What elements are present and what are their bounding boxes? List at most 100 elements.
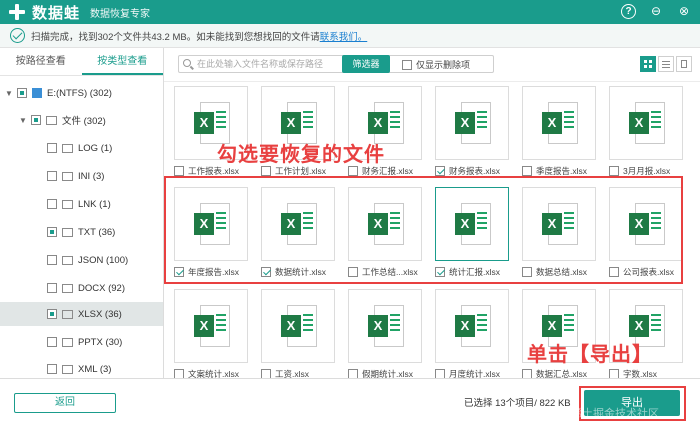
file-checkbox[interactable] [348,166,358,176]
file-thumbnail[interactable]: X [522,86,596,160]
tab-by-type[interactable]: 按类型查看 [81,48,163,75]
file-checkbox[interactable] [435,369,445,378]
file-thumbnail[interactable]: X [435,289,509,363]
bottom-bar: 返回 已选择 13个项目/ 822 KB 导出 @稀土掘金技术社区 [0,378,700,425]
excel-file-icon: X [281,305,317,347]
checkbox[interactable] [17,88,27,98]
back-button[interactable]: 返回 [14,393,116,413]
file-checkbox[interactable] [522,369,532,378]
checkbox[interactable] [47,143,57,153]
sidebar: 按路径查看 按类型查看 ▼ E:(NTFS) (302) ▼ 文件 (302) … [0,48,164,378]
list-view-button[interactable] [658,56,674,72]
folder-icon [62,255,73,265]
tree-type-label: LOG (1) [78,142,113,154]
detail-icon [681,60,687,68]
annotation-click-export: 单击【导出】 [527,342,653,366]
folder-icon [62,309,73,319]
file-name: 工资.xlsx [275,369,310,378]
file-toolbar: 筛选器 仅显示删除项 [164,48,700,82]
minimize-icon[interactable]: ⊖ [648,3,664,19]
folder-icon [62,171,73,181]
file-item[interactable]: X 月度统计.xlsx [435,289,509,378]
file-name: 字数.xlsx [623,369,658,378]
tree-type-label: PPTX (30) [78,336,123,348]
checkbox[interactable] [47,364,57,374]
file-checkbox[interactable] [435,166,445,176]
tree-type-label: TXT (36) [78,226,116,238]
excel-file-icon: X [455,305,491,347]
file-checkbox[interactable] [261,369,271,378]
contact-us-link[interactable]: 联系我们。 [320,29,368,43]
checkbox[interactable] [402,59,412,70]
chevron-down-icon[interactable]: ▼ [4,89,14,98]
file-name: 文案统计.xlsx [188,369,240,378]
file-checkbox[interactable] [174,166,184,176]
file-item[interactable]: X 财务报表.xlsx [435,86,509,179]
search-icon [183,59,191,67]
checkbox[interactable] [47,337,57,347]
checkbox[interactable] [47,309,57,319]
file-item[interactable]: X 季度报告.xlsx [522,86,596,179]
tree-type-row[interactable]: LOG (1) [0,136,163,160]
close-icon[interactable]: ⊗ [676,3,692,19]
file-thumbnail[interactable]: X [348,289,422,363]
excel-file-icon: X [368,305,404,347]
tree-type-row[interactable]: INI (3) [0,164,163,188]
checkbox[interactable] [47,227,57,237]
file-thumbnail[interactable]: X [435,86,509,160]
tree-type-row-selected[interactable]: XLSX (36) [0,302,163,326]
view-mode-switcher [640,56,692,72]
checkbox[interactable] [47,255,57,265]
tree-type-row[interactable]: TXT (36) [0,220,163,244]
annotation-select-files: 勾选要恢复的文件 [217,142,385,166]
checkbox[interactable] [31,115,41,125]
file-item[interactable]: X 工资.xlsx [261,289,335,378]
scan-status-text: 扫描完成，找到302个文件共43.2 MB。如未能找到您想找回的文件请 [31,31,320,43]
checkbox[interactable] [47,171,57,181]
tab-by-path[interactable]: 按路径查看 [0,48,82,75]
file-name: 数据汇总.xlsx [536,369,588,378]
folder-icon [62,199,73,209]
folder-icon [62,143,73,153]
file-checkbox[interactable] [609,166,619,176]
folder-icon [46,115,57,125]
tree-type-row[interactable]: PPTX (30) [0,330,163,354]
filter-button[interactable]: 筛选器 [342,55,390,73]
sidebar-tabs: 按路径查看 按类型查看 [0,48,163,76]
tree-drive-row[interactable]: ▼ E:(NTFS) (302) [4,81,162,105]
file-thumbnail[interactable]: X [609,86,683,160]
file-checkbox[interactable] [348,369,358,378]
file-checkbox[interactable] [174,369,184,378]
tree-type-label: DOCX (92) [78,282,125,294]
excel-file-icon: X [194,305,230,347]
annotation-selection-frame [164,176,683,284]
file-checkbox[interactable] [522,166,532,176]
file-name: 月度统计.xlsx [449,369,501,378]
deleted-only-label: 仅显示删除项 [416,60,471,70]
grid-view-button[interactable] [640,56,656,72]
folder-icon [62,364,73,374]
file-checkbox[interactable] [261,166,271,176]
file-item[interactable]: X 3月月报.xlsx [609,86,683,179]
folder-icon [62,227,73,237]
file-thumbnail[interactable]: X [261,289,335,363]
file-item[interactable]: X 假期统计.xlsx [348,289,422,378]
tree-folder-row[interactable]: ▼ 文件 (302) [18,108,162,132]
file-item[interactable]: X 文案统计.xlsx [174,289,248,378]
tree-type-row[interactable]: JSON (100) [0,248,163,272]
detail-view-button[interactable] [676,56,692,72]
help-icon[interactable]: ? [621,3,636,19]
tree-type-row[interactable]: DOCX (92) [0,276,163,300]
checkbox[interactable] [47,283,57,293]
tree-type-label: JSON (100) [78,254,129,266]
file-checkbox[interactable] [609,369,619,378]
app-name: 数据蛙 [32,4,81,22]
tree-type-label: XML (3) [78,363,112,375]
file-thumbnail[interactable]: X [174,289,248,363]
tree-folder-label: 文件 (302) [62,116,106,127]
file-name: 假期统计.xlsx [362,369,414,378]
chevron-down-icon[interactable]: ▼ [18,116,28,125]
checkbox[interactable] [47,199,57,209]
deleted-only-toggle[interactable]: 仅显示删除项 [402,58,470,71]
tree-type-row[interactable]: LNK (1) [0,192,163,216]
